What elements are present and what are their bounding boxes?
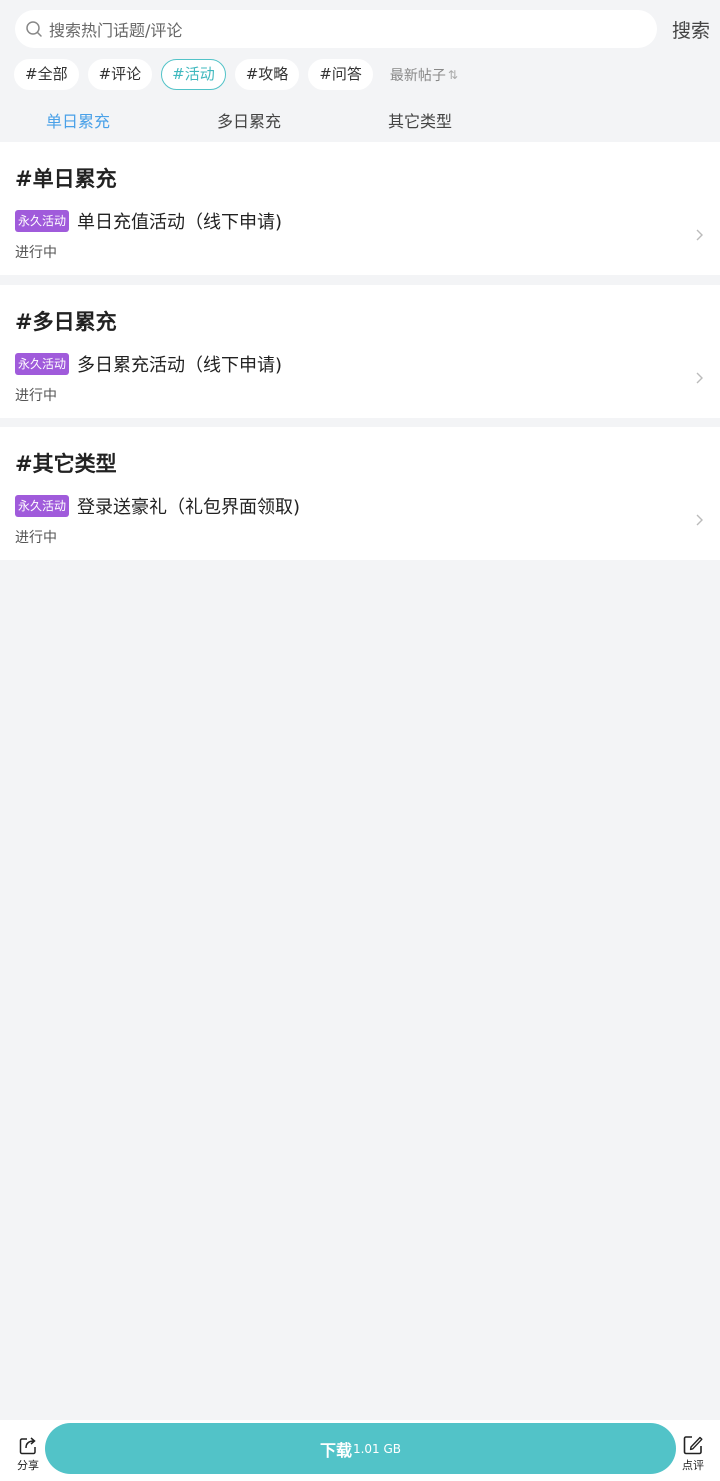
section-single-day: #单日累充 永久活动 单日充值活动（线下申请) 进行中 bbox=[0, 142, 720, 275]
category-tabs: 单日累充 多日累充 其它类型 bbox=[0, 108, 720, 134]
section-heading: #单日累充 bbox=[15, 167, 117, 191]
review-button[interactable]: 点评 bbox=[678, 1434, 708, 1473]
download-label: 下载 bbox=[319, 1440, 352, 1460]
share-icon bbox=[19, 1437, 36, 1455]
sort-arrows-icon: ⇅ bbox=[447, 67, 458, 82]
chip-events[interactable]: #活动 bbox=[161, 59, 226, 90]
download-size: 1.01 GB bbox=[352, 1441, 402, 1456]
filter-chips: #全部 #评论 #活动 #攻略 #问答 最新帖子 ⇅ bbox=[14, 59, 458, 90]
activity-title: 登录送豪礼（礼包界面领取) bbox=[77, 497, 301, 518]
section-heading: #其它类型 bbox=[15, 452, 117, 476]
tab-multi-day[interactable]: 多日累充 bbox=[217, 108, 281, 132]
chevron-right-icon bbox=[696, 372, 703, 384]
search-box[interactable] bbox=[15, 10, 657, 50]
edit-icon bbox=[683, 1436, 703, 1455]
activity-title: 多日累充活动（线下申请) bbox=[77, 355, 283, 376]
share-button[interactable]: 分享 bbox=[14, 1436, 42, 1473]
badge-permanent: 永久活动 bbox=[15, 210, 70, 232]
activity-status: 进行中 bbox=[15, 530, 57, 546]
activity-status: 进行中 bbox=[15, 245, 57, 261]
section-heading: #多日累充 bbox=[15, 310, 117, 334]
tab-single-day[interactable]: 单日累充 bbox=[46, 108, 110, 132]
activity-status: 进行中 bbox=[15, 388, 57, 404]
search-button[interactable]: 搜索 bbox=[672, 16, 710, 43]
activity-title: 单日充值活动（线下申请) bbox=[77, 212, 283, 233]
bottom-bar: 分享 下载 1.01 GB 点评 bbox=[0, 1420, 720, 1481]
chip-guides[interactable]: #攻略 bbox=[234, 59, 300, 90]
sort-label: 最新帖子 bbox=[389, 67, 446, 84]
download-button[interactable]: 下载 1.01 GB bbox=[45, 1423, 676, 1474]
chip-comments[interactable]: #评论 bbox=[87, 59, 153, 90]
badge-permanent: 永久活动 bbox=[15, 353, 70, 375]
activity-item[interactable]: 永久活动 登录送豪礼（礼包界面领取) 进行中 bbox=[15, 495, 705, 546]
search-row: 搜索 bbox=[15, 10, 710, 50]
badge-permanent: 永久活动 bbox=[15, 495, 70, 517]
chip-all[interactable]: #全部 bbox=[14, 59, 79, 90]
chevron-right-icon bbox=[696, 514, 703, 526]
tab-other-types[interactable]: 其它类型 bbox=[388, 108, 452, 132]
chevron-right-icon bbox=[696, 229, 703, 241]
share-label: 分享 bbox=[17, 1459, 39, 1472]
section-other-types: #其它类型 永久活动 登录送豪礼（礼包界面领取) 进行中 bbox=[0, 427, 720, 560]
search-icon bbox=[26, 21, 42, 37]
activity-item[interactable]: 永久活动 单日充值活动（线下申请) 进行中 bbox=[15, 210, 705, 261]
review-label: 点评 bbox=[682, 1459, 704, 1472]
activity-item[interactable]: 永久活动 多日累充活动（线下申请) 进行中 bbox=[15, 353, 705, 404]
section-multi-day: #多日累充 永久活动 多日累充活动（线下申请) 进行中 bbox=[0, 285, 720, 418]
chip-qa[interactable]: #问答 bbox=[308, 59, 373, 90]
search-input[interactable] bbox=[47, 10, 641, 50]
sort-button[interactable]: 最新帖子 ⇅ bbox=[390, 65, 458, 85]
